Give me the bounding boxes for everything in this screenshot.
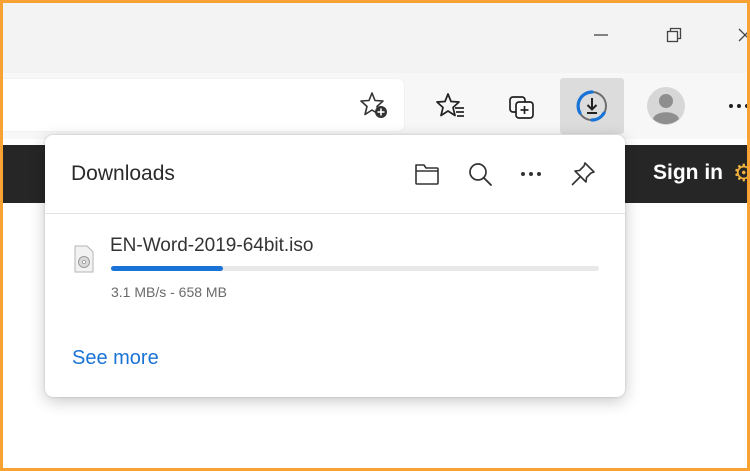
download-file-name[interactable]: EN-Word-2019-64bit.iso — [110, 235, 313, 257]
minimize-icon — [594, 34, 608, 36]
search-icon — [469, 163, 492, 186]
downloads-panel: Downloads EN-Word-2019-64bit.iso 3.1 MB/… — [45, 135, 625, 397]
add-favorite-icon — [360, 92, 387, 118]
profile-button[interactable] — [644, 84, 688, 128]
collections-icon — [509, 96, 534, 119]
sign-in-link[interactable]: Sign in — [653, 161, 723, 185]
collections-button[interactable] — [500, 84, 544, 128]
favorites-icon — [436, 93, 464, 117]
restore-icon — [666, 27, 682, 43]
search-downloads-button[interactable] — [462, 156, 498, 192]
pin-icon — [571, 162, 595, 186]
downloads-button[interactable] — [560, 78, 624, 134]
address-bar[interactable] — [3, 79, 404, 131]
downloads-icon — [576, 90, 607, 122]
more-options-icon — [521, 172, 541, 176]
open-folder-icon — [415, 164, 439, 185]
title-bar — [3, 3, 747, 73]
open-folder-button[interactable] — [409, 156, 445, 192]
browser-toolbar — [3, 73, 747, 139]
minimize-button[interactable] — [581, 17, 621, 53]
downloads-title: Downloads — [71, 162, 175, 185]
restore-button[interactable] — [654, 17, 694, 53]
settings-more-icon — [729, 104, 747, 108]
site-gear-icon[interactable]: ⚙ — [733, 159, 747, 188]
profile-icon — [647, 87, 685, 125]
download-status: 3.1 MB/s - 658 MB — [111, 284, 227, 300]
more-options-button[interactable] — [513, 156, 549, 192]
settings-more-button[interactable] — [717, 84, 747, 128]
pin-panel-button[interactable] — [565, 156, 601, 192]
close-window-button[interactable] — [725, 17, 747, 53]
downloads-panel-header: Downloads — [45, 135, 625, 214]
download-progress-fill — [111, 266, 224, 271]
disc-image-file-icon — [73, 245, 95, 278]
close-icon — [738, 28, 747, 42]
download-progress-bar — [111, 266, 599, 271]
screenshot-frame: Sign in ⚙ Downloads — [0, 0, 750, 471]
add-favorite-button[interactable] — [352, 83, 396, 127]
see-more-link[interactable]: See more — [72, 347, 159, 370]
favorites-button[interactable] — [429, 84, 473, 128]
